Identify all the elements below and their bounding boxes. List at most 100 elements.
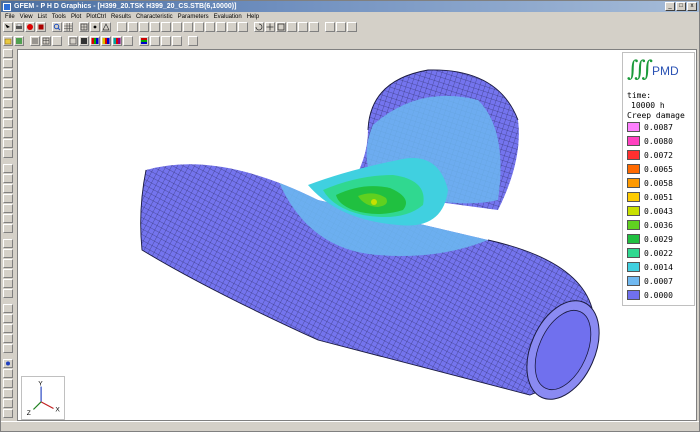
left-toolbar (3, 49, 15, 419)
toolbar-button-r[interactable] (172, 36, 182, 46)
left-tool-11[interactable] (3, 149, 13, 158)
menu-tools[interactable]: Tools (52, 14, 66, 20)
toolbar-button-a[interactable] (117, 22, 127, 32)
palette-icon[interactable] (101, 36, 111, 46)
left-tool-29[interactable] (3, 344, 13, 353)
toolbar-button-c[interactable] (139, 22, 149, 32)
table-icon[interactable] (41, 36, 51, 46)
print-icon[interactable] (14, 22, 24, 32)
toolbar-button-b[interactable] (128, 22, 138, 32)
left-tool-27[interactable] (3, 324, 13, 333)
menu-plotctrl[interactable]: PlotCtrl (86, 14, 106, 20)
menu-evaluation[interactable]: Evaluation (214, 14, 242, 20)
left-tool-21[interactable] (3, 259, 13, 268)
toolbar-button-l[interactable] (238, 22, 248, 32)
export-icon[interactable] (188, 36, 198, 46)
fit-icon[interactable] (276, 22, 286, 32)
left-tool-7[interactable] (3, 109, 13, 118)
left-tool-25[interactable] (3, 304, 13, 313)
legend-icon[interactable] (139, 36, 149, 46)
toolbar-button-j[interactable] (216, 22, 226, 32)
left-tool-6[interactable] (3, 99, 13, 108)
scale-value: 0.0043 (644, 206, 673, 216)
rotate-icon[interactable] (254, 22, 264, 32)
palette-alt-icon[interactable] (112, 36, 122, 46)
layers-icon[interactable] (52, 36, 62, 46)
left-tool-10[interactable] (3, 139, 13, 148)
left-tool-33[interactable] (3, 389, 13, 398)
left-tool-31[interactable] (3, 369, 13, 378)
left-tool-3[interactable] (3, 69, 13, 78)
left-tool-28[interactable] (3, 334, 13, 343)
graphics-viewport[interactable]: ∭ PMD time: 10000 h Creep damage 0.0087 0… (17, 49, 697, 421)
toolbar-button-q[interactable] (161, 36, 171, 46)
toolbar-button-m[interactable] (325, 22, 335, 32)
left-tool-8[interactable] (3, 119, 13, 128)
toolbar-button-o[interactable] (347, 22, 357, 32)
menu-help[interactable]: Help (247, 14, 259, 20)
toolbar-button-d[interactable] (150, 22, 160, 32)
record-icon[interactable] (25, 22, 35, 32)
menu-view[interactable]: View (20, 14, 33, 20)
left-tool-23[interactable] (3, 279, 13, 288)
close-button[interactable]: x (687, 2, 697, 11)
open-icon[interactable] (3, 36, 13, 46)
time-label: time: (627, 91, 652, 100)
left-tool-1[interactable] (3, 49, 13, 58)
minimize-button[interactable]: _ (665, 2, 675, 11)
left-tool-35[interactable] (3, 409, 13, 418)
select-icon[interactable] (3, 22, 13, 32)
view-side-icon[interactable] (298, 22, 308, 32)
left-tool-5[interactable] (3, 89, 13, 98)
left-tool-4[interactable] (3, 79, 13, 88)
left-tool-14[interactable] (3, 184, 13, 193)
maximize-button[interactable]: □ (676, 2, 686, 11)
node-icon[interactable] (90, 22, 100, 32)
left-tool-2[interactable] (3, 59, 13, 68)
menu-list[interactable]: List (38, 14, 47, 20)
left-tool-17[interactable] (3, 214, 13, 223)
left-tool-13[interactable] (3, 174, 13, 183)
left-tool-19[interactable] (3, 239, 13, 248)
stop-icon[interactable] (36, 22, 46, 32)
toolbar-button-g[interactable] (183, 22, 193, 32)
menu-plot[interactable]: Plot (71, 14, 81, 20)
results-icon[interactable] (68, 36, 78, 46)
left-tool-32[interactable] (3, 379, 13, 388)
list-icon[interactable] (30, 36, 40, 46)
pan-icon[interactable] (265, 22, 275, 32)
options-icon[interactable] (123, 36, 133, 46)
element-icon[interactable] (101, 22, 111, 32)
left-tool-34[interactable] (3, 399, 13, 408)
toolbar-button-i[interactable] (205, 22, 215, 32)
left-tool-18[interactable] (3, 224, 13, 233)
left-tool-9[interactable] (3, 129, 13, 138)
grid-icon[interactable] (63, 22, 73, 32)
menu-results[interactable]: Results (111, 14, 131, 20)
mesh-icon[interactable] (79, 22, 89, 32)
left-tool-16[interactable] (3, 204, 13, 213)
node-dot-icon[interactable] (3, 359, 13, 368)
menu-characteristic[interactable]: Characteristic (136, 14, 173, 20)
toolbar-button-n[interactable] (336, 22, 346, 32)
left-tool-24[interactable] (3, 289, 13, 298)
contour-icon[interactable] (79, 36, 89, 46)
left-tool-26[interactable] (3, 314, 13, 323)
save-icon[interactable] (14, 36, 24, 46)
toolbar-button-k[interactable] (227, 22, 237, 32)
view-top-icon[interactable] (309, 22, 319, 32)
axes-triad: Y X Z (21, 376, 65, 420)
color-icon[interactable] (90, 36, 100, 46)
toolbar-button-h[interactable] (194, 22, 204, 32)
left-tool-12[interactable] (3, 164, 13, 173)
view-front-icon[interactable] (287, 22, 297, 32)
left-tool-20[interactable] (3, 249, 13, 258)
left-tool-22[interactable] (3, 269, 13, 278)
toolbar-button-e[interactable] (161, 22, 171, 32)
zoom-icon[interactable] (52, 22, 62, 32)
left-tool-15[interactable] (3, 194, 13, 203)
menu-file[interactable]: File (5, 14, 15, 20)
toolbar-button-f[interactable] (172, 22, 182, 32)
menu-parameters[interactable]: Parameters (178, 14, 209, 20)
toolbar-button-p[interactable] (150, 36, 160, 46)
